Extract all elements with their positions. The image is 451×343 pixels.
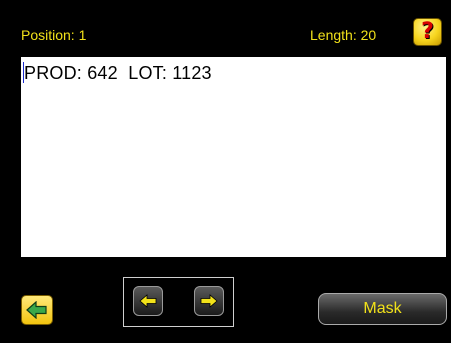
back-arrow-icon [26,301,47,319]
cursor-nav-group [123,277,234,327]
cursor-right-button[interactable] [194,286,224,316]
help-button[interactable]: ? [413,18,442,46]
arrow-left-icon [139,294,157,308]
arrow-right-icon [200,294,218,308]
length-indicator: Length: 20 [310,27,377,43]
cursor-left-button[interactable] [133,286,163,316]
text-value: PROD: 642 LOT: 1123 [24,63,212,83]
position-indicator: Position: 1 [21,27,87,43]
question-mark-icon: ? [421,19,434,44]
back-button[interactable] [21,295,53,325]
mask-button[interactable]: Mask [318,293,447,325]
text-input-area[interactable]: PROD: 642 LOT: 1123 [21,57,446,257]
mask-button-label: Mask [363,300,402,317]
header-bar: Position: 1 Length: 20 ? [0,0,451,54]
text-editor-screen: Position: 1 Length: 20 ? PROD: 642 LOT: … [0,0,451,343]
